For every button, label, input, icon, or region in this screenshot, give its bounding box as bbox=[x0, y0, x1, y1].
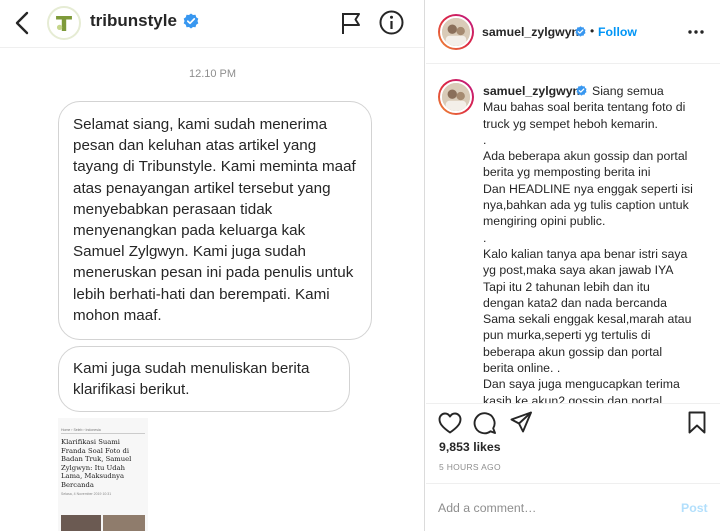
comment-box: Post bbox=[426, 483, 720, 531]
profile-photo-icon bbox=[442, 18, 470, 46]
caption-line: . bbox=[483, 132, 487, 147]
post-comment-button[interactable]: Post bbox=[681, 501, 708, 515]
tribunstyle-logo-icon bbox=[50, 9, 78, 37]
flag-icon[interactable] bbox=[340, 11, 362, 35]
bookmark-icon[interactable] bbox=[688, 411, 706, 434]
verified-badge-icon bbox=[575, 26, 586, 37]
caption-line: Mau bahas soal berita tentang foto di bbox=[483, 100, 686, 115]
comment-input[interactable] bbox=[438, 498, 658, 518]
article-title: Klarifikasi Suami Franda Soal Foto di Ba… bbox=[61, 438, 132, 489]
profile-photo-icon bbox=[442, 83, 470, 111]
caption-text: Siang semua Mau bahas soal berita tentang… bbox=[483, 83, 715, 403]
caption-line: truck yg sempet heboh kemarin. bbox=[483, 116, 658, 131]
caption-line: Dan saya juga mengucapkan terima bbox=[483, 377, 680, 392]
message-bubble: Selamat siang, kami sudah menerima pesan… bbox=[58, 101, 372, 340]
share-icon[interactable] bbox=[510, 411, 532, 433]
caption-line: kasih ke akun2 gossip dan portal bbox=[483, 393, 663, 403]
more-options-icon[interactable] bbox=[686, 24, 706, 40]
caption-line: yg post,maka saya akan jawab IYA bbox=[483, 263, 674, 278]
dm-screenshot: tribunstyle 12.10 PM Selamat siang, kami… bbox=[0, 0, 425, 531]
caption-area: samuel_zylgwyn Siang semua Mau bahas soal… bbox=[426, 65, 720, 403]
article-breadcrumb: Home › Seleb › Indonesia bbox=[61, 428, 101, 432]
caption-line: Sama sekali enggak kesal,marah atau bbox=[483, 312, 692, 327]
heart-icon[interactable] bbox=[438, 412, 462, 434]
action-bar bbox=[426, 403, 720, 437]
article-photo bbox=[103, 515, 145, 531]
caption-line: pun murka,seperti yg tertulis di bbox=[483, 328, 651, 343]
article-photo bbox=[61, 515, 101, 531]
caption-line: Tapi itu 2 tahunan lebih dan itu bbox=[483, 279, 650, 294]
separator-dot: • bbox=[590, 24, 595, 38]
instagram-post: samuel_zylgwyn • Follow samuel_zylgwyn S… bbox=[426, 0, 720, 531]
caption-line: dengan kata2 dan nada bercanda bbox=[483, 295, 667, 310]
message-timestamp: 12.10 PM bbox=[188, 68, 237, 80]
dm-header: tribunstyle bbox=[0, 0, 424, 48]
caption-line: nya,bahkan ada yg tulis caption untuk bbox=[483, 198, 689, 213]
caption-line: Kalo kalian tanya apa benar istri saya bbox=[483, 246, 688, 261]
caption-line: Siang semua bbox=[592, 84, 664, 98]
divider bbox=[61, 433, 145, 434]
follow-button[interactable]: Follow bbox=[598, 25, 637, 39]
caption-line: Ada beberapa akun gossip dan portal bbox=[483, 149, 688, 164]
caption-line: mengiring opini public. bbox=[483, 214, 606, 229]
dm-username[interactable]: tribunstyle bbox=[90, 11, 177, 31]
avatar[interactable] bbox=[438, 14, 474, 50]
article-date: Selasa, 4 November 2019 10:31 bbox=[61, 492, 112, 496]
post-header: samuel_zylgwyn • Follow bbox=[426, 0, 720, 64]
message-bubble: Kami juga sudah menuliskan berita klarif… bbox=[58, 346, 350, 412]
caption-line: Dan HEADLINE nya enggak seperti isi bbox=[483, 181, 693, 196]
caption-line: beberapa akun gossip dan portal bbox=[483, 344, 663, 359]
avatar[interactable] bbox=[47, 6, 81, 40]
likes-count[interactable]: 9,853 likes bbox=[439, 440, 501, 454]
avatar[interactable] bbox=[438, 79, 474, 115]
post-username[interactable]: samuel_zylgwyn bbox=[482, 25, 579, 39]
caption-line: berita online. . bbox=[483, 361, 561, 376]
comment-icon[interactable] bbox=[473, 411, 497, 435]
verified-badge-icon bbox=[183, 13, 199, 29]
caption-line: berita yg memposting berita ini bbox=[483, 165, 651, 180]
post-timestamp[interactable]: 5 HOURS AGO bbox=[439, 462, 501, 472]
article-preview[interactable]: Home › Seleb › Indonesia Klarifikasi Sua… bbox=[58, 418, 148, 531]
info-icon[interactable] bbox=[379, 10, 404, 35]
caption-line: . bbox=[483, 230, 487, 245]
chevron-left-icon[interactable] bbox=[12, 10, 34, 36]
